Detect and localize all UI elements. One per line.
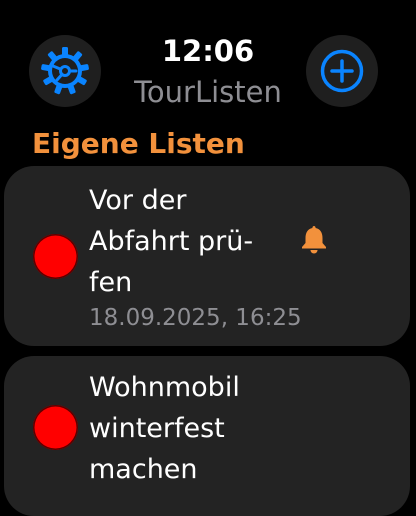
list-item-title: Wohnmobil winterfest machen	[89, 372, 240, 485]
status-indicator	[33, 234, 78, 279]
plus-circle-icon	[320, 49, 364, 93]
bell-icon	[302, 226, 326, 254]
clock: 12:06	[161, 34, 255, 68]
list-item[interactable]: Vor der Abfahrt prü- fen 18.09.2025, 16:…	[4, 166, 410, 346]
list-item[interactable]: Wohnmobil winterfest machen	[4, 356, 410, 516]
list-item-title: Vor der Abfahrt prü- fen	[89, 185, 254, 298]
app-title: TourListen	[134, 75, 282, 109]
add-list-button[interactable]	[306, 35, 378, 107]
gear-icon	[41, 47, 89, 95]
status-indicator	[33, 405, 78, 450]
settings-button[interactable]	[29, 35, 101, 107]
section-title: Eigene Listen	[32, 127, 245, 160]
list-item-date: 18.09.2025, 16:25	[89, 305, 302, 331]
